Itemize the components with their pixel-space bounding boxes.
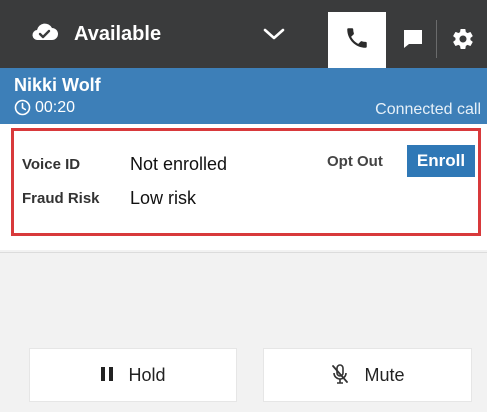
microphone-off-icon: [330, 363, 350, 388]
divider: [0, 252, 487, 253]
pause-icon: [100, 366, 114, 385]
gear-icon: [451, 27, 475, 56]
phone-icon: [344, 25, 370, 56]
contact-name: Nikki Wolf: [14, 75, 101, 95]
tab-separator: [436, 20, 437, 58]
agent-status-dropdown[interactable]: Available: [0, 0, 310, 68]
agent-status-label: Available: [74, 23, 162, 45]
top-bar: Available: [0, 0, 487, 68]
cloud-check-icon: [30, 20, 60, 46]
highlight-box: [11, 128, 481, 236]
contact-control-panel: Available Nikki Wolf 00:20 Connected cal…: [0, 0, 487, 412]
tab-phone[interactable]: [328, 12, 386, 68]
call-state: Connected call: [375, 101, 481, 118]
hold-button[interactable]: Hold: [30, 349, 236, 401]
tab-chat[interactable]: [390, 14, 436, 68]
tab-settings[interactable]: [443, 14, 483, 68]
chevron-down-icon: [262, 24, 286, 44]
mute-label: Mute: [364, 364, 405, 385]
contact-header: Nikki Wolf 00:20 Connected call: [0, 68, 487, 124]
chat-icon: [401, 27, 425, 56]
call-timer: 00:20: [35, 99, 76, 116]
hold-label: Hold: [128, 364, 166, 385]
clock-icon: [14, 99, 31, 116]
mute-button[interactable]: Mute: [264, 349, 471, 401]
